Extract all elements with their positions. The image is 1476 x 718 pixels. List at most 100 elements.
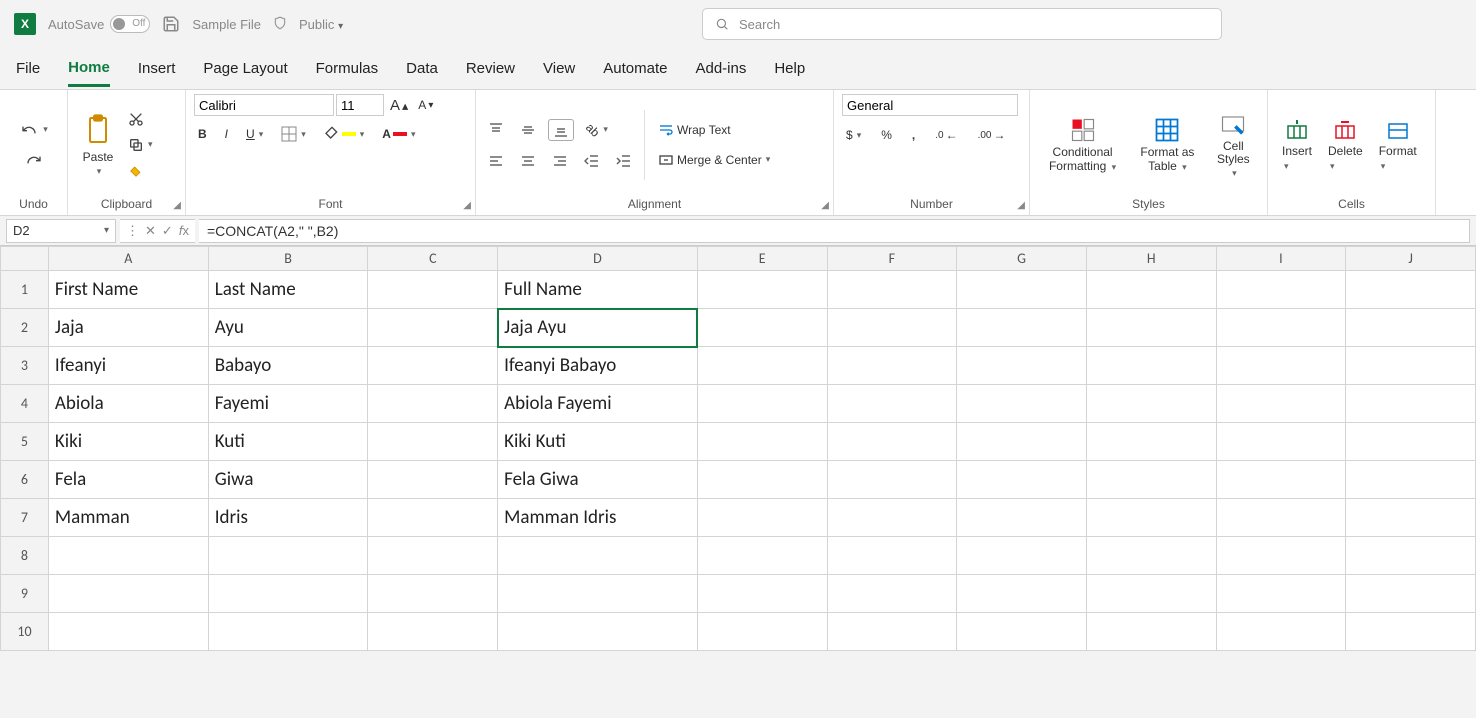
cell-G7[interactable] xyxy=(957,499,1087,537)
cell-H9[interactable] xyxy=(1086,575,1216,613)
row-header-1[interactable]: 1 xyxy=(1,271,49,309)
search-input[interactable]: Search xyxy=(702,8,1222,40)
number-launcher[interactable]: ◢ xyxy=(1017,200,1025,211)
merge-center-button[interactable]: Merge & Center ▾ xyxy=(653,150,774,170)
cell-D10[interactable] xyxy=(498,613,698,651)
increase-font-button[interactable]: A▴ xyxy=(386,95,412,116)
row-header-7[interactable]: 7 xyxy=(1,499,49,537)
cell-G10[interactable] xyxy=(957,613,1087,651)
alignment-launcher[interactable]: ◢ xyxy=(821,200,829,211)
cut-button[interactable] xyxy=(124,109,157,129)
cell-styles-button[interactable]: Cell Styles ▾ xyxy=(1208,108,1259,182)
cell-C7[interactable] xyxy=(368,499,498,537)
bold-button[interactable]: B xyxy=(194,125,211,143)
conditional-formatting-button[interactable]: Conditional Formatting ▾ xyxy=(1038,114,1127,174)
italic-button[interactable]: I xyxy=(221,125,232,143)
insert-cells-button[interactable]: Insert▾ xyxy=(1276,116,1318,174)
menu-insert[interactable]: Insert xyxy=(138,52,176,85)
col-header-E[interactable]: E xyxy=(697,247,827,271)
col-header-G[interactable]: G xyxy=(957,247,1087,271)
col-header-J[interactable]: J xyxy=(1346,247,1476,271)
cell-J7[interactable] xyxy=(1346,499,1476,537)
comma-button[interactable]: , xyxy=(908,126,919,144)
cell-A9[interactable] xyxy=(48,575,208,613)
cell-B3[interactable]: Babayo xyxy=(208,347,368,385)
cell-F6[interactable] xyxy=(827,461,957,499)
cell-E6[interactable] xyxy=(697,461,827,499)
cell-I7[interactable] xyxy=(1216,499,1346,537)
cell-J3[interactable] xyxy=(1346,347,1476,385)
row-header-6[interactable]: 6 xyxy=(1,461,49,499)
cell-B1[interactable]: Last Name xyxy=(208,271,368,309)
redo-button[interactable] xyxy=(20,150,48,170)
cell-J6[interactable] xyxy=(1346,461,1476,499)
currency-button[interactable]: $▾ xyxy=(842,126,865,144)
font-size-input[interactable] xyxy=(336,94,384,116)
col-header-B[interactable]: B xyxy=(208,247,368,271)
cell-H7[interactable] xyxy=(1086,499,1216,537)
cell-I6[interactable] xyxy=(1216,461,1346,499)
cell-B4[interactable]: Fayemi xyxy=(208,385,368,423)
cell-D4[interactable]: Abiola Fayemi xyxy=(498,385,698,423)
cell-I5[interactable] xyxy=(1216,423,1346,461)
cell-J9[interactable] xyxy=(1346,575,1476,613)
cancel-icon[interactable]: ✕ xyxy=(145,223,156,239)
menu-page-layout[interactable]: Page Layout xyxy=(203,52,287,85)
cell-E4[interactable] xyxy=(697,385,827,423)
cell-A7[interactable]: Mamman xyxy=(48,499,208,537)
cell-I2[interactable] xyxy=(1216,309,1346,347)
menu-home[interactable]: Home xyxy=(68,51,110,87)
copy-button[interactable]: ▾ xyxy=(124,135,157,155)
cell-G5[interactable] xyxy=(957,423,1087,461)
align-top-button[interactable] xyxy=(484,120,508,140)
orientation-button[interactable]: ab▾ xyxy=(582,121,612,139)
cell-D2[interactable]: Jaja Ayu xyxy=(498,309,698,347)
menu-formulas[interactable]: Formulas xyxy=(316,52,379,85)
save-icon[interactable] xyxy=(162,15,180,33)
row-header-10[interactable]: 10 xyxy=(1,613,49,651)
cell-E8[interactable] xyxy=(697,537,827,575)
cell-H6[interactable] xyxy=(1086,461,1216,499)
cell-F5[interactable] xyxy=(827,423,957,461)
cell-H5[interactable] xyxy=(1086,423,1216,461)
cell-F4[interactable] xyxy=(827,385,957,423)
cell-B8[interactable] xyxy=(208,537,368,575)
cell-J5[interactable] xyxy=(1346,423,1476,461)
cell-J2[interactable] xyxy=(1346,309,1476,347)
cell-E9[interactable] xyxy=(697,575,827,613)
cell-D3[interactable]: Ifeanyi Babayo xyxy=(498,347,698,385)
align-left-button[interactable] xyxy=(484,151,508,171)
name-box[interactable]: D2 ▾ xyxy=(6,219,116,243)
autosave-toggle[interactable]: AutoSave Off xyxy=(48,15,150,33)
menu-help[interactable]: Help xyxy=(774,52,805,85)
align-right-button[interactable] xyxy=(548,151,572,171)
underline-button[interactable]: U▾ xyxy=(242,125,267,143)
cell-A6[interactable]: Fela xyxy=(48,461,208,499)
cell-I3[interactable] xyxy=(1216,347,1346,385)
wrap-text-button[interactable]: Wrap Text xyxy=(653,120,774,140)
toggle-switch[interactable]: Off xyxy=(110,15,150,33)
cell-E1[interactable] xyxy=(697,271,827,309)
percent-button[interactable]: % xyxy=(877,126,896,144)
cell-C6[interactable] xyxy=(368,461,498,499)
cell-C9[interactable] xyxy=(368,575,498,613)
cell-B2[interactable]: Ayu xyxy=(208,309,368,347)
cell-F1[interactable] xyxy=(827,271,957,309)
delete-cells-button[interactable]: Delete▾ xyxy=(1322,116,1369,174)
cell-D8[interactable] xyxy=(498,537,698,575)
sensitivity-label[interactable]: Public ▾ xyxy=(299,17,343,32)
decrease-indent-button[interactable] xyxy=(580,151,604,171)
cell-D6[interactable]: Fela Giwa xyxy=(498,461,698,499)
cell-E7[interactable] xyxy=(697,499,827,537)
increase-decimal-button[interactable]: .0← xyxy=(931,126,961,144)
cell-F3[interactable] xyxy=(827,347,957,385)
format-painter-button[interactable] xyxy=(124,161,157,181)
cell-H8[interactable] xyxy=(1086,537,1216,575)
cell-G1[interactable] xyxy=(957,271,1087,309)
cell-A3[interactable]: Ifeanyi xyxy=(48,347,208,385)
cell-B7[interactable]: Idris xyxy=(208,499,368,537)
row-header-2[interactable]: 2 xyxy=(1,309,49,347)
cell-J4[interactable] xyxy=(1346,385,1476,423)
cell-D9[interactable] xyxy=(498,575,698,613)
col-header-I[interactable]: I xyxy=(1216,247,1346,271)
